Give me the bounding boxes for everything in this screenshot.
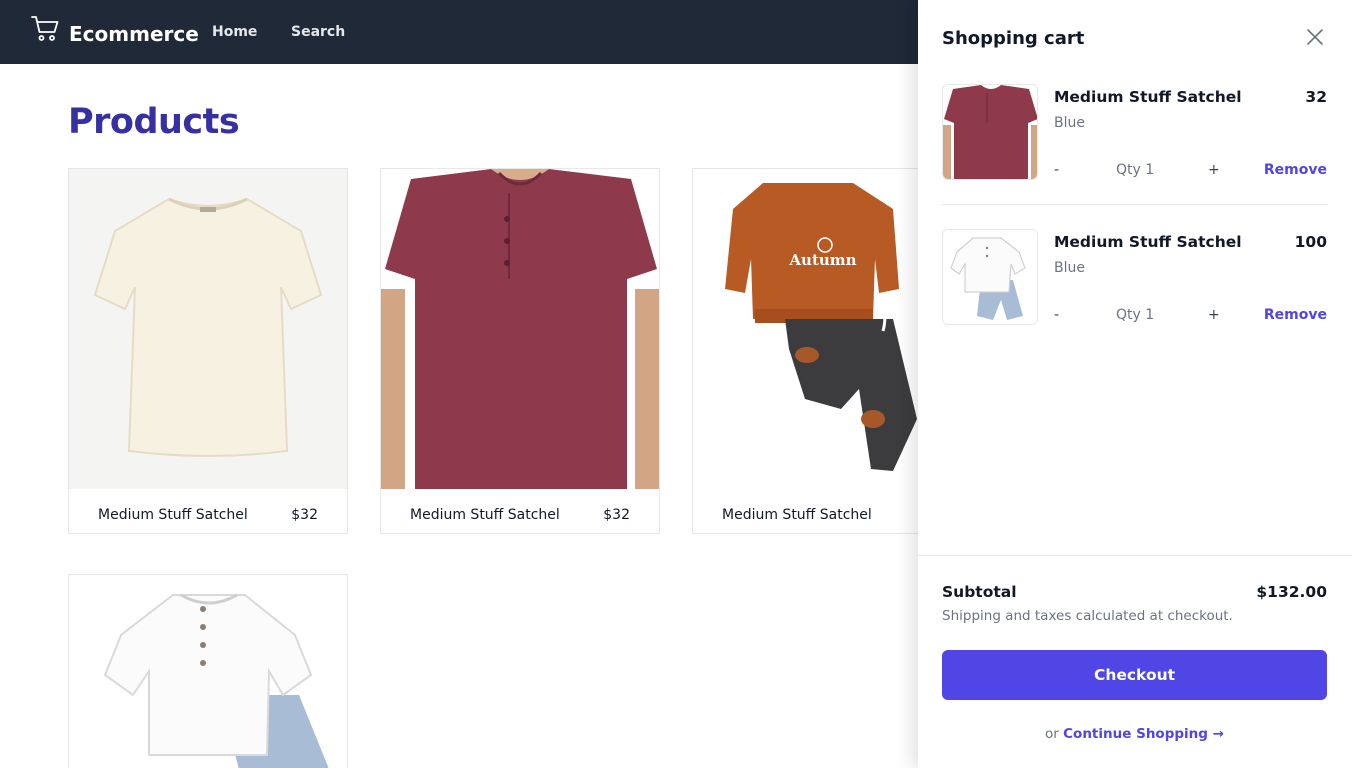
product-price: $32 [291,507,318,523]
nav-home-link[interactable]: Home [212,24,257,40]
cart-item: Medium Stuff Satchel 100 Blue - Qty 1 + … [942,229,1327,327]
cart-item-divider [942,204,1327,205]
cart-item-name[interactable]: Medium Stuff Satchel [1054,88,1242,106]
cart-item-quantity: Qty 1 [1116,162,1155,178]
cart-item-image-white-linen-shirt-set [942,229,1038,325]
cart-item-variant: Blue [1054,260,1085,276]
logo[interactable]: Ecommerce [30,14,199,48]
nav-search-link[interactable]: Search [291,24,345,40]
product-image-cream-tshirt [69,169,347,489]
cart-item-image-maroon-henley-tshirt [942,84,1038,180]
scrollbar-track[interactable] [1351,0,1366,768]
product-card[interactable]: Medium Stuff Satchel $32 [380,168,660,534]
product-image-maroon-henley-tshirt [381,169,659,489]
cart-item-variant: Blue [1054,115,1085,131]
subtotal-label: Subtotal [942,583,1017,601]
cart-item-quantity: Qty 1 [1116,307,1155,323]
continue-prefix: or [1045,726,1059,742]
product-price: $32 [603,507,630,523]
increase-quantity-button[interactable]: + [1208,162,1220,178]
shipping-note: Shipping and taxes calculated at checkou… [942,608,1233,624]
checkout-button[interactable]: Checkout [942,650,1327,700]
cart-footer-divider [918,555,1351,556]
increase-quantity-button[interactable]: + [1208,307,1220,323]
product-name[interactable]: Medium Stuff Satchel [410,507,560,523]
remove-item-button[interactable]: Remove [1264,162,1327,178]
shopping-cart-panel: Shopping cart Medium Stuff Satchel 32 Bl… [918,0,1351,768]
close-icon[interactable] [1304,26,1326,48]
remove-item-button[interactable]: Remove [1264,307,1327,323]
cart-item-price: 32 [1305,88,1327,106]
continue-shopping-row: or Continue Shopping → [918,726,1351,742]
cart-item-name[interactable]: Medium Stuff Satchel [1054,233,1242,251]
decrease-quantity-button[interactable]: - [1054,307,1059,323]
cart-item-price: 100 [1294,233,1327,251]
product-card[interactable] [68,574,348,768]
product-image-white-linen-shirt-set [69,575,347,768]
decrease-quantity-button[interactable]: - [1054,162,1059,178]
continue-shopping-link[interactable]: Continue Shopping → [1063,726,1224,742]
subtotal-value: $132.00 [1256,583,1327,601]
cart-icon [30,14,60,48]
logo-text: Ecommerce [69,22,199,46]
product-card[interactable]: Medium Stuff Satchel $32 [68,168,348,534]
svg-text:Autumn: Autumn [788,251,856,269]
product-name[interactable]: Medium Stuff Satchel [722,507,872,523]
cart-title: Shopping cart [942,28,1085,49]
product-name[interactable]: Medium Stuff Satchel [98,507,248,523]
cart-item: Medium Stuff Satchel 32 Blue - Qty 1 + R… [942,84,1327,182]
page-title: Products [68,102,240,142]
